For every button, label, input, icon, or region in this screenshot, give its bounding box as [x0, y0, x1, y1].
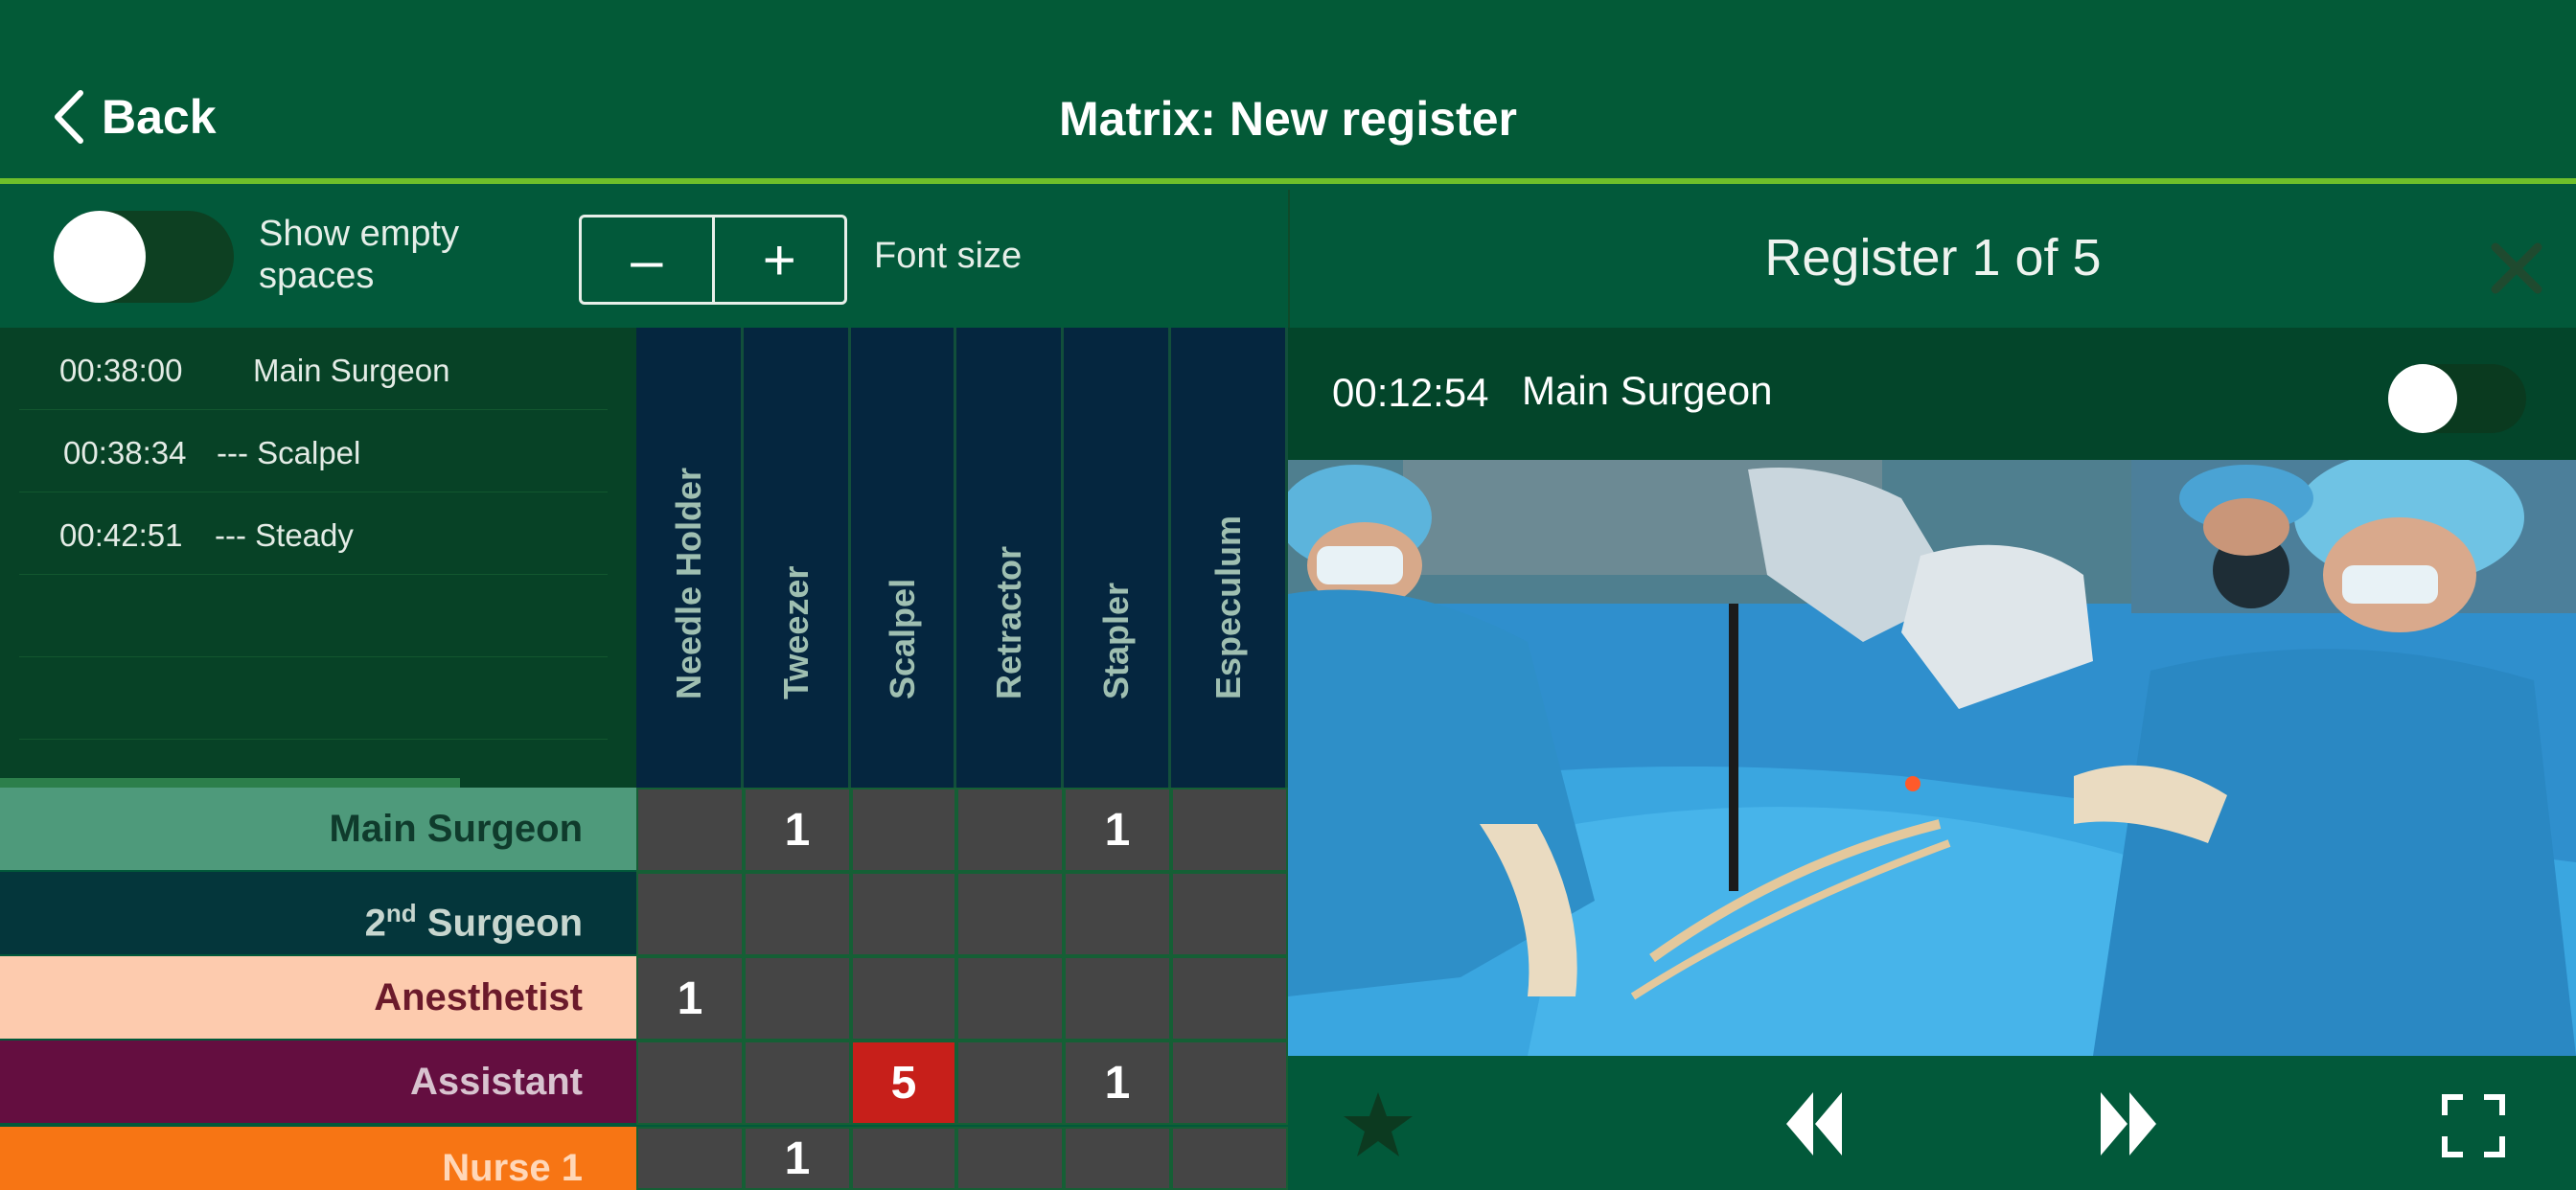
matrix-cell[interactable]: 1	[744, 788, 851, 872]
register-time: 00:12:54	[1332, 370, 1489, 415]
log-scrollbar[interactable]	[0, 778, 460, 788]
log-time: 00:38:34	[63, 435, 187, 470]
matrix-cell[interactable]	[744, 956, 851, 1041]
register-toggle[interactable]	[2388, 364, 2526, 433]
close-icon[interactable]	[2486, 238, 2547, 299]
event-log[interactable]: 00:38:00 Main Surgeon 00:38:34 --- Scalp…	[0, 328, 636, 788]
toggle-knob	[2388, 364, 2457, 433]
log-text: --- Steady	[215, 517, 354, 553]
matrix-cell[interactable]	[956, 1127, 1064, 1190]
font-decrease-button[interactable]: –	[582, 217, 715, 302]
star-icon[interactable]	[1342, 1090, 1414, 1159]
surgery-video-frame[interactable]	[1288, 460, 2576, 1056]
register-role: Main Surgeon	[1522, 368, 1773, 413]
column-header[interactable]: Stapler	[1064, 328, 1171, 788]
font-increase-button[interactable]: +	[715, 217, 845, 302]
matrix-cell[interactable]	[1171, 1041, 1288, 1125]
surgery-image	[1288, 460, 2576, 1056]
row-label-prefix: 2	[364, 902, 386, 945]
matrix-cell[interactable]	[1064, 1127, 1171, 1190]
matrix-cell[interactable]	[956, 956, 1064, 1041]
matrix-cell[interactable]: 1	[744, 1127, 851, 1190]
matrix-cell[interactable]	[744, 1041, 851, 1125]
row-label[interactable]: Anesthetist	[0, 956, 636, 1039]
log-row[interactable]: 00:38:34 --- Scalpel	[19, 410, 608, 492]
log-row-empty	[19, 657, 608, 740]
row-label-sup: nd	[385, 899, 417, 927]
log-row-empty	[19, 575, 608, 657]
matrix-cell[interactable]: 1	[1064, 1041, 1171, 1125]
column-header[interactable]: Tweezer	[744, 328, 851, 788]
matrix-cell[interactable]	[956, 872, 1064, 956]
matrix-cell[interactable]	[1171, 1127, 1288, 1190]
matrix-cell[interactable]	[956, 1041, 1064, 1125]
column-header-label: Especulum	[1208, 515, 1248, 699]
log-row[interactable]: 00:42:51 --- Steady	[19, 492, 608, 575]
player-controls	[1288, 1056, 2576, 1190]
matrix-cell[interactable]	[1171, 788, 1288, 872]
log-text: Main Surgeon	[253, 353, 450, 388]
matrix-cell[interactable]	[744, 872, 851, 956]
matrix-cell[interactable]	[851, 956, 956, 1041]
page-title: Matrix: New register	[1059, 92, 1517, 146]
log-row[interactable]: 00:38:00 Main Surgeon	[19, 328, 608, 410]
fullscreen-icon[interactable]	[2442, 1094, 2505, 1157]
row-label-text: Surgeon	[416, 902, 583, 945]
column-header[interactable]: Retractor	[956, 328, 1064, 788]
rewind-icon[interactable]	[1784, 1090, 1844, 1157]
column-header-label: Stapler	[1095, 582, 1136, 699]
matrix-cell[interactable]	[636, 788, 744, 872]
row-label[interactable]: Nurse 1	[0, 1127, 636, 1190]
register-info: 00:12:54 Main Surgeon	[1288, 328, 2576, 460]
show-empty-spaces-label: Show empty spaces	[259, 214, 460, 296]
matrix-cell[interactable]: 1	[636, 956, 744, 1041]
matrix-cell[interactable]	[636, 1041, 744, 1125]
font-size-stepper: – +	[579, 215, 847, 305]
font-size-label: Font size	[874, 236, 1023, 276]
column-header-label: Scalpel	[882, 578, 922, 699]
column-header-label: Retractor	[988, 545, 1028, 699]
matrix-cell[interactable]	[636, 1127, 744, 1190]
matrix-cell[interactable]	[1171, 956, 1288, 1041]
row-label[interactable]: 2nd Surgeon	[0, 872, 636, 954]
column-header[interactable]: Needle Holder	[636, 328, 744, 788]
show-empty-spaces-toggle[interactable]	[54, 211, 234, 303]
log-time: 00:42:51	[59, 517, 183, 553]
register-header: Register 1 of 5	[1288, 190, 2576, 328]
column-header-label: Tweezer	[775, 565, 816, 699]
column-header[interactable]: Especulum	[1171, 328, 1288, 788]
matrix-cell[interactable]	[851, 1127, 956, 1190]
column-header[interactable]: Scalpel	[851, 328, 956, 788]
matrix-cell[interactable]	[851, 788, 956, 872]
matrix-cell[interactable]	[1064, 872, 1171, 956]
matrix-cell[interactable]	[1064, 956, 1171, 1041]
fast-forward-icon[interactable]	[2099, 1090, 2158, 1157]
matrix-cell[interactable]	[1171, 872, 1288, 956]
row-label[interactable]: Assistant	[0, 1041, 636, 1123]
matrix-cell[interactable]	[636, 872, 744, 956]
log-text: --- Scalpel	[217, 435, 361, 470]
log-time: 00:38:00	[59, 353, 183, 388]
matrix-cell[interactable]	[956, 788, 1064, 872]
matrix-cell[interactable]: 1	[1064, 788, 1171, 872]
top-bar: Back Matrix: New register	[0, 0, 2576, 184]
row-label[interactable]: Main Surgeon	[0, 788, 636, 870]
toggle-knob	[54, 211, 146, 303]
matrix-cell[interactable]	[851, 872, 956, 956]
matrix-cell[interactable]: 5	[851, 1041, 956, 1125]
register-title: Register 1 of 5	[1764, 229, 2102, 286]
column-header-label: Needle Holder	[668, 467, 708, 699]
